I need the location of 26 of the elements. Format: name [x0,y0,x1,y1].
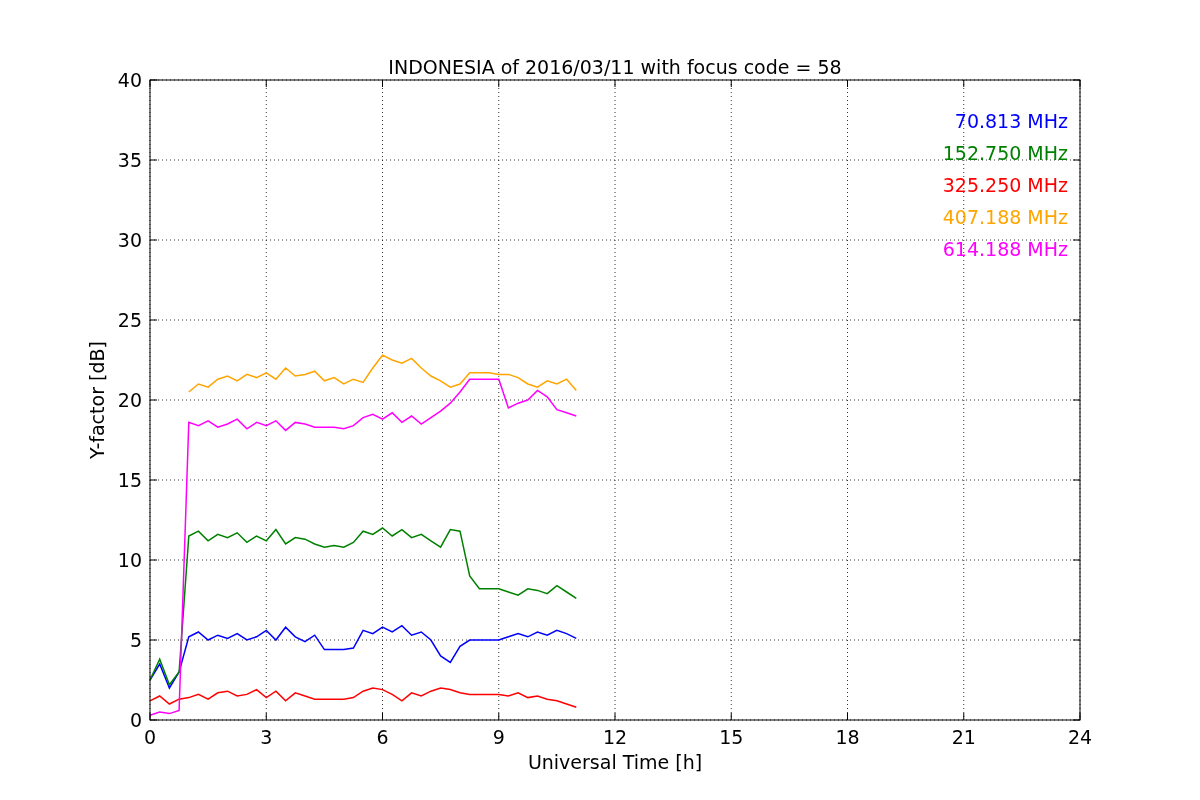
x-tick-label: 12 [602,726,628,748]
y-tick-label: 20 [117,389,142,411]
x-tick-label: 3 [260,726,273,748]
y-tick-label: 30 [117,229,142,251]
y-tick-label: 25 [117,309,142,331]
y-tick-label: 35 [117,149,142,171]
y-tick-label: 10 [117,549,142,571]
x-tick-label: 21 [951,726,976,748]
legend-label: 325.250 MHz [942,174,1068,196]
legend-label: 70.813 MHz [954,110,1068,132]
x-tick-label: 0 [143,726,157,748]
x-axis-label: Universal Time [h] [527,751,703,773]
x-tick-label: 15 [719,726,744,748]
legend-label: 614.188 MHz [942,238,1068,260]
y-tick-label: 40 [117,69,142,91]
chart-title: INDONESIA of 2016/03/11 with focus code = 58 [388,56,842,78]
y-tick-label: 15 [117,469,142,491]
y-tick-label: 5 [129,629,142,651]
legend-label: 152.750 MHz [942,142,1068,164]
y-axis-label: Y-factor [dB] [86,341,108,459]
legend-label: 407.188 MHz [942,206,1068,228]
x-tick-label: 18 [835,726,860,748]
y-tick-label: 0 [129,709,142,731]
x-tick-label: 6 [376,726,389,748]
x-tick-label: 9 [492,726,505,748]
x-tick-label: 24 [1067,726,1093,748]
